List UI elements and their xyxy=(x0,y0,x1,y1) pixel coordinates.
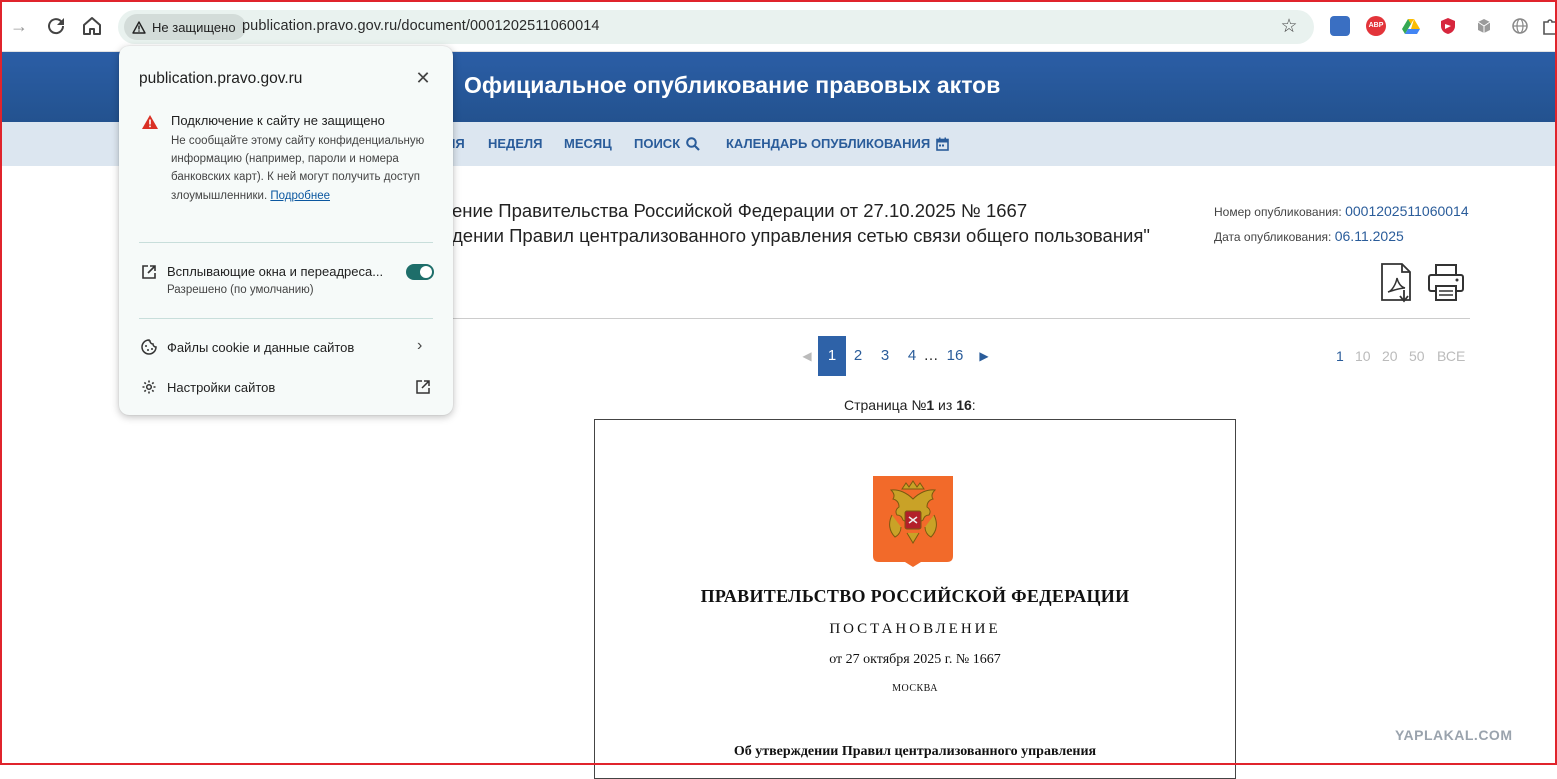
document-title-line-1: ение Правительства Российской Федерации … xyxy=(452,200,1028,221)
page-link-4[interactable]: 4 xyxy=(902,336,922,376)
download-pdf-button[interactable] xyxy=(1378,262,1418,304)
security-chip[interactable]: Не защищено xyxy=(124,14,246,40)
page-link-2[interactable]: 2 xyxy=(848,336,868,376)
url-text[interactable]: publication.pravo.gov.ru/document/000120… xyxy=(242,18,600,34)
nav-calendar-label: КАЛЕНДАРЬ ОПУБЛИКОВАНИЯ xyxy=(726,136,931,151)
cookie-icon xyxy=(141,339,157,355)
popups-redirects-status: Разрешено (по умолчанию) xyxy=(167,284,314,296)
coat-of-arms-emblem xyxy=(872,475,954,567)
popups-redirects-label: Всплывающие окна и переадреса... xyxy=(167,264,384,279)
site-title[interactable]: Официальное опубликование правовых актов xyxy=(464,72,1000,99)
reload-icon xyxy=(48,18,65,35)
nav-item-search[interactable]: ПОИСК xyxy=(634,136,700,151)
pagination-ellipsis: … xyxy=(923,347,939,364)
nav-item-calendar[interactable]: КАЛЕНДАРЬ ОПУБЛИКОВАНИЯ xyxy=(726,136,950,151)
popup-divider-1 xyxy=(139,242,433,243)
learn-more-link[interactable]: Подробнее xyxy=(270,190,330,202)
publication-date-label: Дата опубликования: xyxy=(1214,230,1335,244)
extension-1-icon[interactable] xyxy=(1330,16,1350,36)
site-info-popup: publication.pravo.gov.ru ✕ Подключение к… xyxy=(119,46,453,415)
popup-warning-title: Подключение к сайту не защищено xyxy=(171,113,385,128)
search-icon xyxy=(686,136,700,151)
page-info-prefix: Страница № xyxy=(844,397,927,413)
home-button[interactable] xyxy=(80,14,104,38)
google-drive-icon[interactable] xyxy=(1401,16,1421,36)
per-page-20[interactable]: 20 xyxy=(1382,348,1398,364)
cookies-label: Файлы cookie и данные сайтов xyxy=(167,340,355,355)
printer-icon xyxy=(1428,264,1464,301)
calendar-icon xyxy=(936,137,950,151)
pdf-download-icon xyxy=(1381,263,1411,303)
open-external-icon xyxy=(142,265,156,279)
chevron-right-icon: › xyxy=(417,337,423,354)
shield-extension-icon[interactable] xyxy=(1438,16,1458,36)
government-heading: ПРАВИТЕЛЬСТВО РОССИЙСКОЙ ФЕДЕРАЦИИ xyxy=(700,586,1130,606)
puzzle-extensions-icon[interactable] xyxy=(1540,16,1557,36)
per-page-10[interactable]: 10 xyxy=(1355,348,1371,364)
box-extension-icon[interactable] xyxy=(1474,16,1494,36)
close-icon[interactable]: ✕ xyxy=(413,68,433,88)
per-page-50[interactable]: 50 xyxy=(1409,348,1425,364)
publication-date: Дата опубликования: 06.11.2025 xyxy=(1214,228,1404,244)
per-page-all[interactable]: ВСЕ xyxy=(1437,348,1465,364)
home-icon xyxy=(83,17,101,35)
publication-number: Номер опубликования: 0001202511060014 xyxy=(1214,203,1469,219)
publication-number-value: 0001202511060014 xyxy=(1345,203,1469,219)
address-bar[interactable]: Не защищено publication.pravo.gov.ru/doc… xyxy=(118,10,1314,44)
forward-arrow-icon[interactable]: → xyxy=(7,14,31,38)
reload-button[interactable] xyxy=(44,14,68,38)
security-chip-label: Не защищено xyxy=(152,19,236,35)
watermark: YAPLAKAL.COM xyxy=(1395,727,1513,743)
document-page: ПРАВИТЕЛЬСТВО РОССИЙСКОЙ ФЕДЕРАЦИИ ПОСТА… xyxy=(594,419,1236,779)
popups-redirects-toggle[interactable] xyxy=(406,264,434,280)
warning-icon xyxy=(142,115,158,129)
page-link-1[interactable]: 1 xyxy=(818,336,846,376)
page-link-last[interactable]: 16 xyxy=(942,336,968,376)
decree-city: МОСКВА xyxy=(892,683,938,694)
popup-domain: publication.pravo.gov.ru xyxy=(139,70,303,87)
gear-icon xyxy=(142,380,156,394)
publication-number-label: Номер опубликования: xyxy=(1214,205,1346,219)
decree-heading: ПОСТАНОВЛЕНИЕ xyxy=(829,621,1001,637)
next-page-arrow-icon[interactable]: ▶ xyxy=(977,336,991,376)
page-link-3[interactable]: 3 xyxy=(875,336,895,376)
open-in-new-icon xyxy=(416,380,430,394)
per-page-1[interactable]: 1 xyxy=(1336,348,1344,364)
publication-date-value: 06.11.2025 xyxy=(1334,228,1404,244)
nav-item-week[interactable]: НЕДЕЛЯ xyxy=(488,136,542,151)
prev-page-arrow-icon[interactable]: ◀ xyxy=(800,336,814,376)
page-info-suffix: : xyxy=(971,397,976,413)
adblock-plus-icon[interactable]: ABP xyxy=(1366,16,1386,36)
divider-line xyxy=(452,318,1470,319)
site-settings-label: Настройки сайтов xyxy=(167,380,276,395)
page-info-current: 1 xyxy=(926,397,935,413)
print-button[interactable] xyxy=(1426,262,1466,304)
nav-search-label: ПОИСК xyxy=(634,136,681,151)
bookmark-star-icon[interactable]: ☆ xyxy=(1278,16,1300,38)
document-title-line-2: дении Правил централизованного управлени… xyxy=(452,225,1150,246)
warning-triangle-icon xyxy=(132,20,146,34)
popup-divider-2 xyxy=(139,318,433,319)
decree-subject: Об утверждении Правил централизованного … xyxy=(733,744,1097,759)
popup-warning-text: Не сообщайте этому сайту конфиденциальну… xyxy=(171,132,441,205)
nav-item-month[interactable]: МЕСЯЦ xyxy=(564,136,612,151)
globe-extension-icon[interactable] xyxy=(1510,16,1530,36)
document-title: ение Правительства Российской Федерации … xyxy=(452,198,1150,248)
page-info-middle: из xyxy=(934,397,957,413)
page-info-total: 16 xyxy=(956,397,972,413)
page-info: Страница №1 из 16: xyxy=(844,397,976,413)
decree-date-line: от 27 октября 2025 г. № 1667 xyxy=(829,652,1001,667)
browser-toolbar: → Не защищено publication.pravo.gov.ru/d… xyxy=(0,0,1557,52)
